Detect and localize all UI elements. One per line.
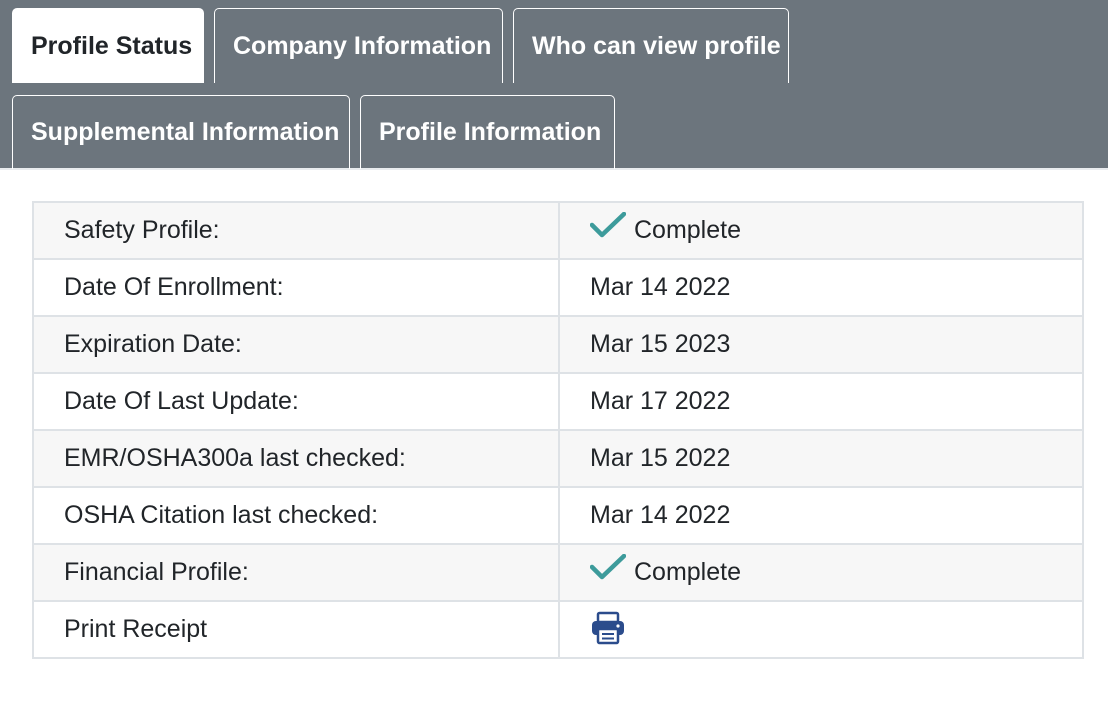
- table-row: Expiration Date: Mar 15 2023: [32, 315, 1084, 374]
- row-label: Safety Profile:: [32, 201, 560, 260]
- row-label: EMR/OSHA300a last checked:: [32, 429, 560, 488]
- table-row: Date Of Last Update: Mar 17 2022: [32, 372, 1084, 431]
- tab-supplemental-information[interactable]: Supplemental Information: [12, 95, 350, 169]
- row-label: Expiration Date:: [32, 315, 560, 374]
- row-label: Date Of Enrollment:: [32, 258, 560, 317]
- row-label: Date Of Last Update:: [32, 372, 560, 431]
- table-row: EMR/OSHA300a last checked: Mar 15 2022: [32, 429, 1084, 488]
- table-row: Financial Profile: Complete: [32, 543, 1084, 602]
- row-label: Print Receipt: [32, 600, 560, 659]
- table-row: Safety Profile: Complete: [32, 201, 1084, 260]
- row-value: Mar 17 2022: [558, 372, 1084, 431]
- row-value: [558, 600, 1084, 659]
- tab-bar: Profile Status Company Information Who c…: [0, 0, 1108, 170]
- row-label: OSHA Citation last checked:: [32, 486, 560, 545]
- row-value: Mar 15 2023: [558, 315, 1084, 374]
- row-value: Complete: [558, 201, 1084, 260]
- tab-company-information[interactable]: Company Information: [214, 8, 503, 83]
- row-value: Mar 14 2022: [558, 258, 1084, 317]
- check-icon: [589, 553, 627, 587]
- row-value: Mar 14 2022: [558, 486, 1084, 545]
- row-value: Mar 15 2022: [558, 429, 1084, 488]
- table-row: OSHA Citation last checked: Mar 14 2022: [32, 486, 1084, 545]
- row-value: Complete: [558, 543, 1084, 602]
- status-value: Complete: [634, 558, 741, 586]
- profile-status-table: Safety Profile: Complete Date Of Enrollm…: [32, 201, 1084, 659]
- tab-profile-status[interactable]: Profile Status: [12, 8, 204, 83]
- tab-profile-information[interactable]: Profile Information: [360, 95, 615, 169]
- row-label: Financial Profile:: [32, 543, 560, 602]
- table-row: Print Receipt: [32, 600, 1084, 659]
- status-value: Complete: [634, 216, 741, 244]
- printer-icon[interactable]: [590, 611, 626, 652]
- check-icon: [589, 211, 627, 245]
- table-row: Date Of Enrollment: Mar 14 2022: [32, 258, 1084, 317]
- tab-who-can-view-profile[interactable]: Who can view profile: [513, 8, 789, 83]
